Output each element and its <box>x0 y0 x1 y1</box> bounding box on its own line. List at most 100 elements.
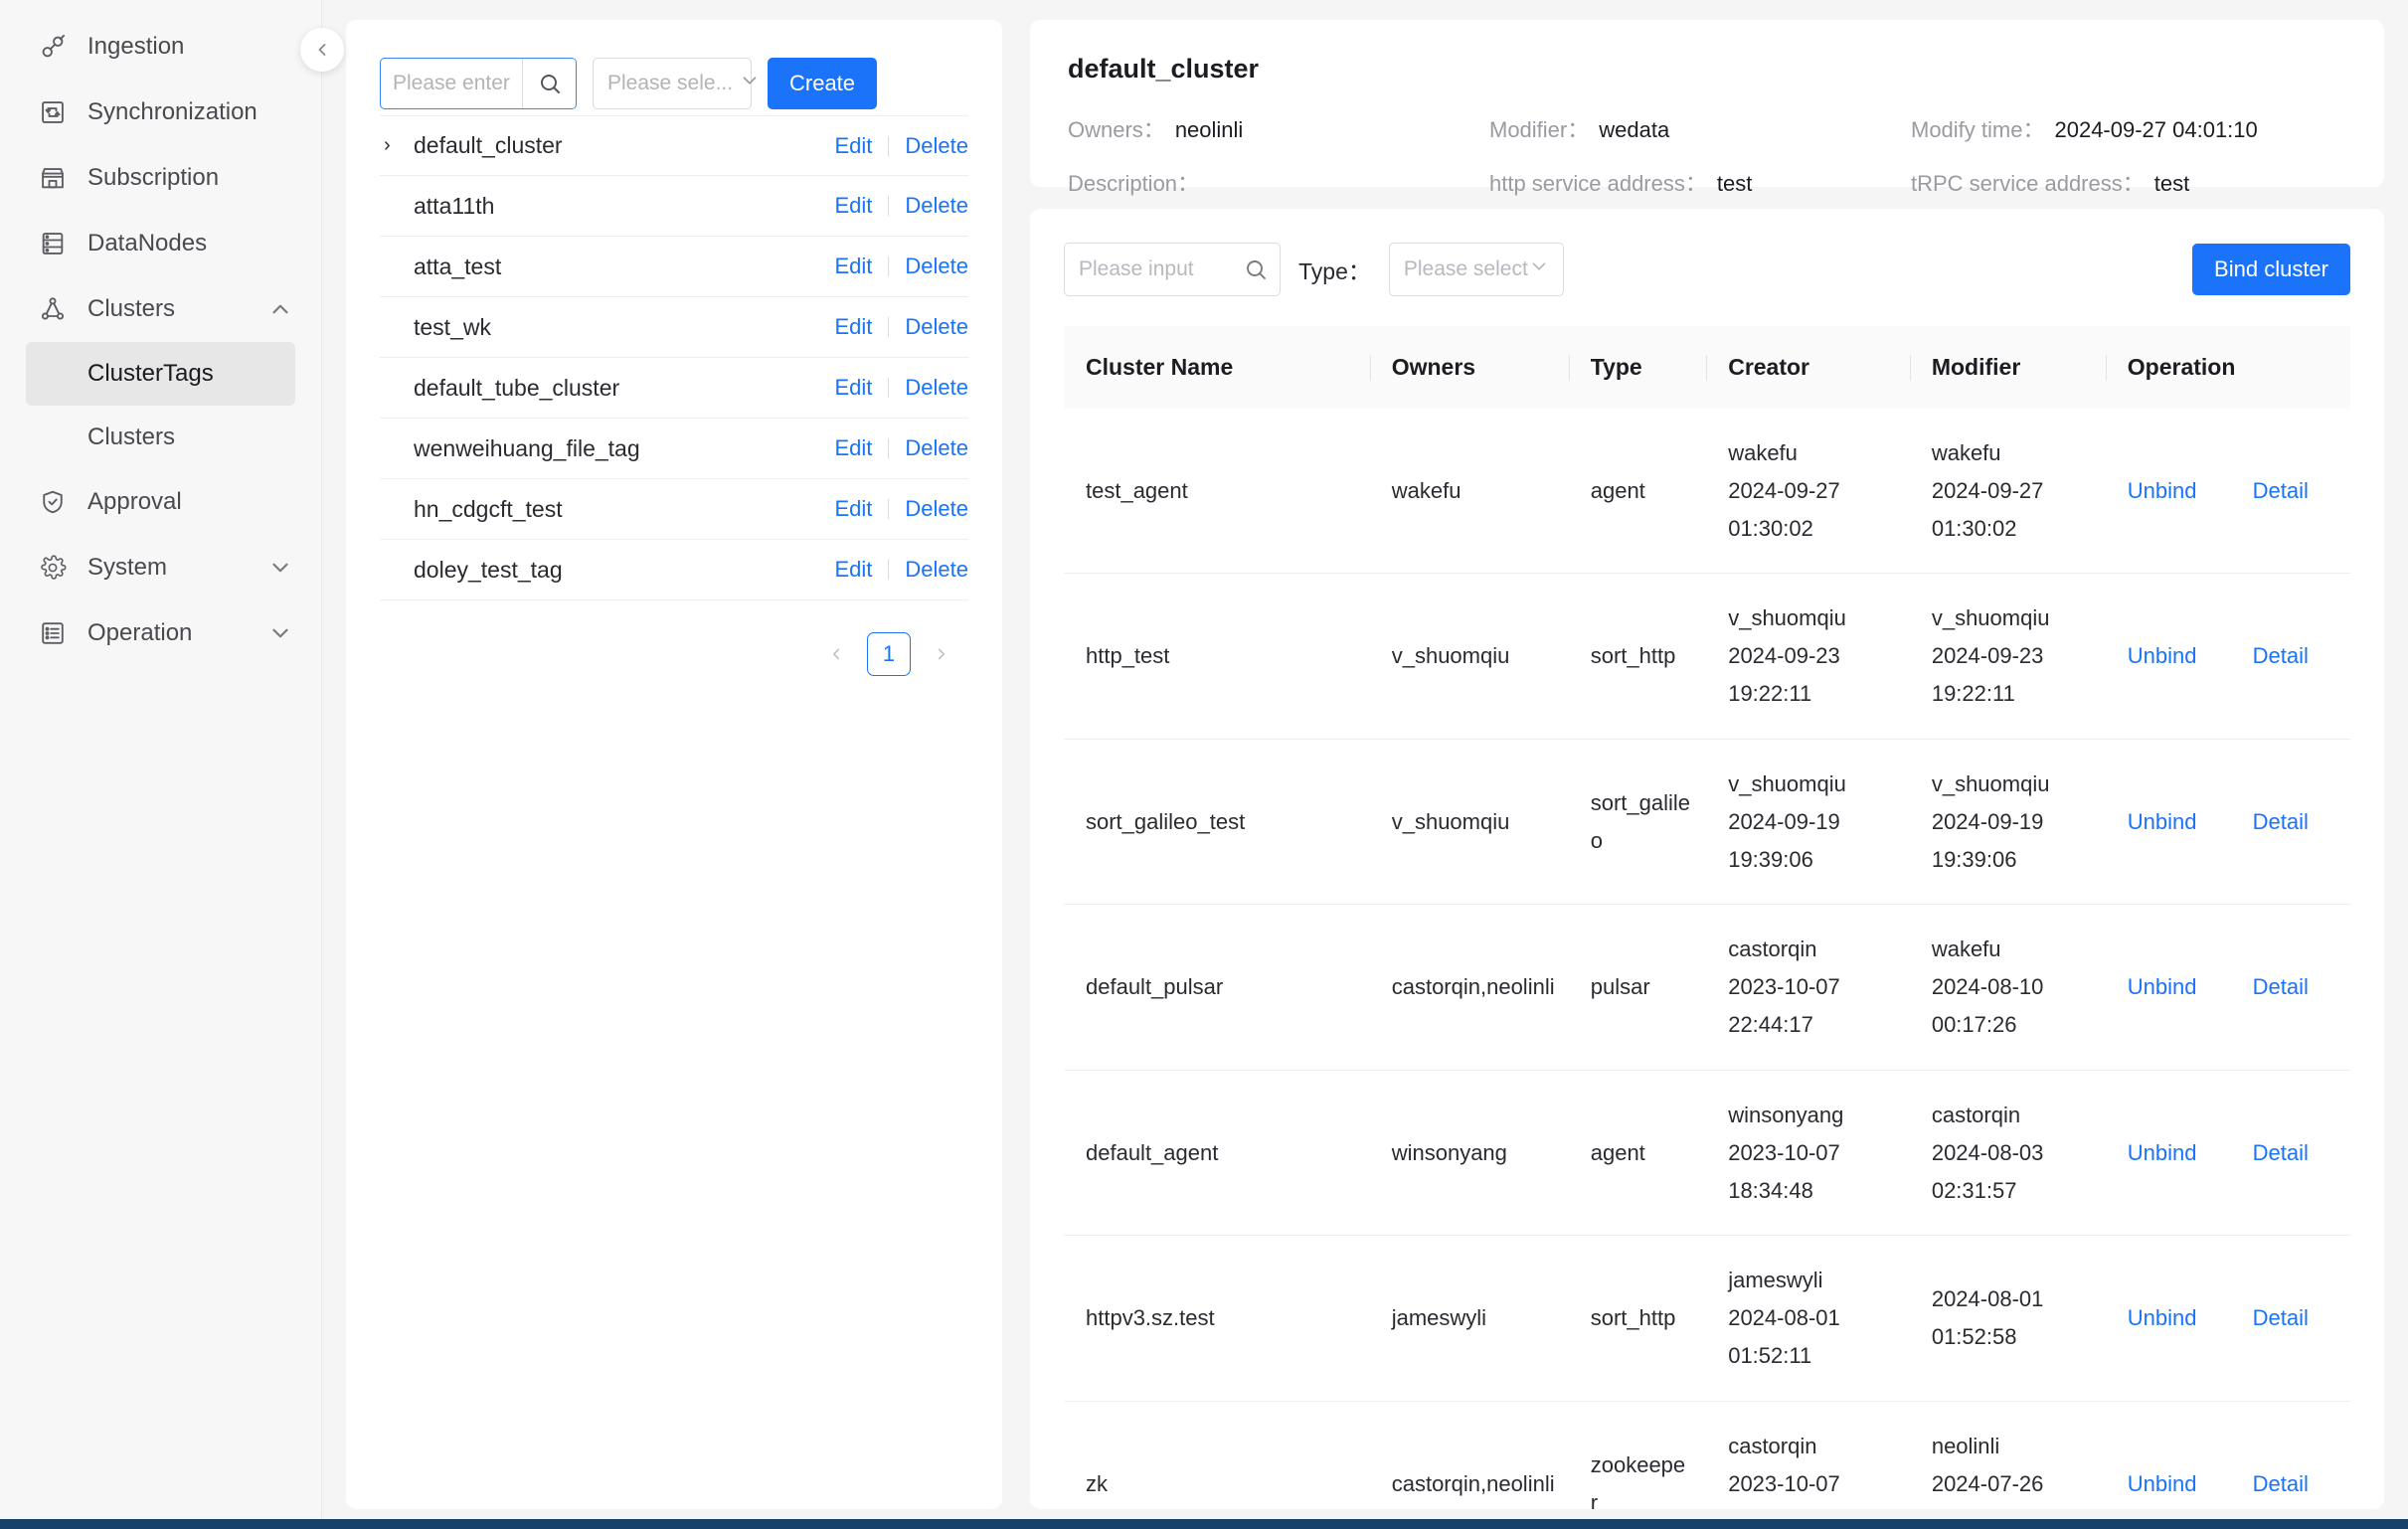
table-row[interactable]: http_test v_shuomqiu sort_http v_shuomqi… <box>1064 574 2350 739</box>
detail-link[interactable]: Detail <box>2253 809 2309 834</box>
detail-link[interactable]: Detail <box>2253 1140 2309 1165</box>
tag-list-item[interactable]: › atta_test Edit Delete <box>380 237 968 297</box>
table-row[interactable]: default_agent winsonyang agent winsonyan… <box>1064 1070 2350 1235</box>
unbind-link[interactable]: Unbind <box>2128 809 2197 834</box>
cell-operation: Unbind Detail <box>2106 409 2350 574</box>
chevron-down-icon <box>739 70 761 97</box>
tag-search-field[interactable] <box>380 58 577 109</box>
delete-tag-link[interactable]: Delete <box>905 496 968 522</box>
detail-link[interactable]: Detail <box>2253 974 2309 999</box>
sidebar-item-synchronization[interactable]: Synchronization <box>0 80 321 145</box>
sidebar-item-operation[interactable]: Operation <box>0 600 321 666</box>
create-tag-button[interactable]: Create <box>768 58 877 109</box>
sidebar-item-label: Subscription <box>87 164 267 192</box>
cluster-search-button[interactable] <box>1232 244 1280 295</box>
chevron-down-icon[interactable] <box>267 620 293 646</box>
chevron-up-icon[interactable] <box>267 296 293 322</box>
sidebar-item-datanodes[interactable]: DataNodes <box>0 211 321 276</box>
unbind-link[interactable]: Unbind <box>2128 643 2197 668</box>
edit-tag-link[interactable]: Edit <box>834 193 872 219</box>
edit-tag-link[interactable]: Edit <box>834 254 872 279</box>
sidebar-collapse-button[interactable] <box>300 28 344 72</box>
action-divider <box>888 438 889 458</box>
modifier-user: v_shuomqiu <box>1932 765 2092 803</box>
detail-link[interactable]: Detail <box>2253 1471 2309 1496</box>
pagination-prev-button[interactable] <box>819 637 853 671</box>
detail-link[interactable]: Detail <box>2253 643 2309 668</box>
sidebar-item-system[interactable]: System <box>0 535 321 600</box>
detail-link[interactable]: Detail <box>2253 478 2309 503</box>
chevron-right-icon[interactable]: › <box>384 134 406 157</box>
cell-owners: jameswyli <box>1370 1236 1569 1401</box>
delete-tag-link[interactable]: Delete <box>905 133 968 159</box>
cell-owners: castorqin,neolinli <box>1370 1401 1569 1509</box>
tag-list-item[interactable]: › hn_cdgcft_test Edit Delete <box>380 479 968 540</box>
unbind-link[interactable]: Unbind <box>2128 478 2197 503</box>
delete-tag-link[interactable]: Delete <box>905 314 968 340</box>
sidebar-item-subscription[interactable]: Subscription <box>0 145 321 211</box>
tag-list-item[interactable]: › test_wk Edit Delete <box>380 297 968 358</box>
column-header-owners: Owners <box>1370 326 1569 409</box>
sidebar-subitem-clusters[interactable]: Clusters <box>26 406 295 469</box>
cell-creator: castorqin 2023-10-07 22:28:06 <box>1706 1401 1910 1509</box>
creator-user: castorqin <box>1728 931 1896 968</box>
tag-row-actions: Edit Delete <box>834 254 968 279</box>
pagination-next-button[interactable] <box>925 637 958 671</box>
edit-tag-link[interactable]: Edit <box>834 435 872 461</box>
cell-creator: castorqin 2023-10-07 22:44:17 <box>1706 905 1910 1070</box>
cluster-search-input[interactable] <box>1065 244 1232 295</box>
edit-tag-link[interactable]: Edit <box>834 375 872 401</box>
table-row[interactable]: zk castorqin,neolinli zookeeper castorqi… <box>1064 1401 2350 1509</box>
unbind-link[interactable]: Unbind <box>2128 1471 2197 1496</box>
creator-user: winsonyang <box>1728 1097 1896 1134</box>
edit-tag-link[interactable]: Edit <box>834 133 872 159</box>
detail-label: Owners： <box>1068 112 1165 144</box>
tag-list-item[interactable]: › atta11th Edit Delete <box>380 176 968 237</box>
table-row[interactable]: httpv3.sz.test jameswyli sort_http james… <box>1064 1236 2350 1401</box>
table-row[interactable]: test_agent wakefu agent wakefu 2024-09-2… <box>1064 409 2350 574</box>
delete-tag-link[interactable]: Delete <box>905 193 968 219</box>
detail-link[interactable]: Detail <box>2253 1305 2309 1330</box>
cluster-search-field[interactable] <box>1064 243 1281 296</box>
action-divider <box>888 560 889 580</box>
pagination-page-1[interactable]: 1 <box>867 632 911 676</box>
chevron-down-icon[interactable] <box>267 555 293 581</box>
sidebar-item-clusters[interactable]: Clusters <box>0 276 321 342</box>
table-row[interactable]: default_pulsar castorqin,neolinli pulsar… <box>1064 905 2350 1070</box>
sidebar-subitem-clustertags[interactable]: ClusterTags <box>26 342 295 406</box>
tag-list-item[interactable]: › default_tube_cluster Edit Delete <box>380 358 968 419</box>
tag-list-item[interactable]: › default_cluster Edit Delete <box>380 115 968 176</box>
sidebar-item-approval[interactable]: Approval <box>0 469 321 535</box>
bind-cluster-button[interactable]: Bind cluster <box>2192 244 2350 295</box>
tag-name: hn_cdgcft_test <box>414 496 563 523</box>
tag-search-input[interactable] <box>381 59 522 108</box>
tag-row-actions: Edit Delete <box>834 435 968 461</box>
edit-tag-link[interactable]: Edit <box>834 496 872 522</box>
unbind-link[interactable]: Unbind <box>2128 1140 2197 1165</box>
tag-name-cell: › wenweihuang_file_tag <box>380 435 834 462</box>
table-row[interactable]: sort_galileo_test v_shuomqiu sort_galile… <box>1064 739 2350 904</box>
cell-operation: Unbind Detail <box>2106 905 2350 1070</box>
type-filter-select[interactable]: Please select <box>1389 243 1564 296</box>
unbind-link[interactable]: Unbind <box>2128 1305 2197 1330</box>
tag-name-cell: › test_wk <box>380 314 834 341</box>
detail-value: 2024-09-27 04:01:10 <box>2054 117 2257 143</box>
delete-tag-link[interactable]: Delete <box>905 435 968 461</box>
sidebar-item-label: Synchronization <box>87 98 267 126</box>
edit-tag-link[interactable]: Edit <box>834 557 872 583</box>
delete-tag-link[interactable]: Delete <box>905 557 968 583</box>
cell-cluster-name: httpv3.sz.test <box>1064 1236 1370 1401</box>
tag-type-select[interactable]: Please sele... <box>593 58 752 109</box>
sidebar: Ingestion Synchronization Subscription D… <box>0 0 322 1529</box>
unbind-link[interactable]: Unbind <box>2128 974 2197 999</box>
sidebar-item-ingestion[interactable]: Ingestion <box>0 14 321 80</box>
delete-tag-link[interactable]: Delete <box>905 375 968 401</box>
tag-list-item[interactable]: › doley_test_tag Edit Delete <box>380 540 968 600</box>
cell-creator: v_shuomqiu 2024-09-23 19:22:11 <box>1706 574 1910 739</box>
delete-tag-link[interactable]: Delete <box>905 254 968 279</box>
edit-tag-link[interactable]: Edit <box>834 314 872 340</box>
modifier-time: 2024-08-10 00:17:26 <box>1932 968 2092 1044</box>
tag-list-item[interactable]: › wenweihuang_file_tag Edit Delete <box>380 419 968 479</box>
tag-search-button[interactable] <box>522 59 576 108</box>
sync-icon <box>38 97 68 127</box>
